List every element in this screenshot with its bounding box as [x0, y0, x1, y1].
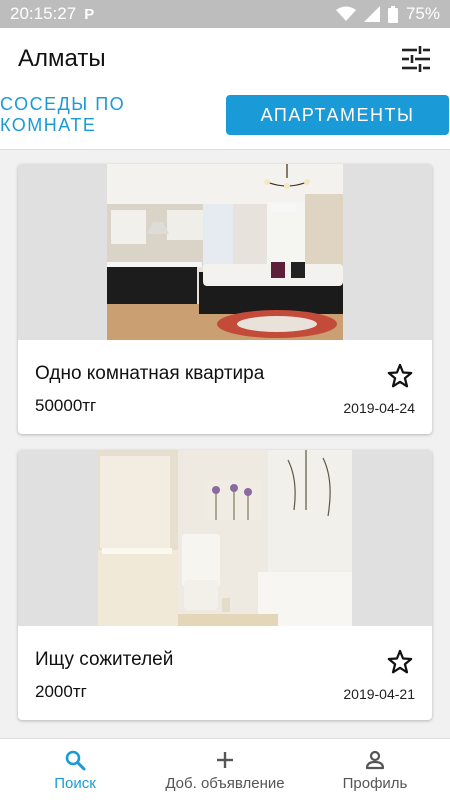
nav-add-label: Доб. объявление [165, 775, 285, 792]
app-bar: Алматы [0, 28, 450, 90]
favorite-star-icon[interactable] [386, 362, 414, 390]
listing-title: Одно комнатная квартира [35, 363, 265, 384]
listing-card[interactable]: Ищу сожителей 2000тг 2019-04-21 [18, 450, 432, 720]
signal-icon [363, 6, 380, 22]
battery-icon [387, 5, 398, 23]
city-title: Алматы [18, 45, 106, 72]
listing-photo-bathroom [98, 450, 352, 626]
listing-photo-area [18, 450, 432, 626]
wifi-icon [335, 6, 356, 21]
nav-profile[interactable]: Профиль [300, 739, 450, 800]
listing-title: Ищу сожителей [35, 649, 174, 670]
listing-date: 2019-04-24 [343, 400, 415, 416]
listings-list[interactable]: Одно комнатная квартира 50000тг 2019-04-… [0, 150, 450, 738]
bottom-navigation: Поиск Доб. объявление Профиль [0, 738, 450, 800]
listing-price: 50000тг [35, 396, 97, 415]
listing-photo-area [18, 164, 432, 340]
listing-card[interactable]: Одно комнатная квартира 50000тг 2019-04-… [18, 164, 432, 434]
nav-search[interactable]: Поиск [0, 739, 150, 800]
tab-roommates[interactable]: СОСЕДЫ ПО КОМНАТЕ [0, 94, 226, 135]
filter-button[interactable] [400, 43, 432, 75]
status-bar: 20:15:27 P 75% [0, 0, 450, 28]
listing-price: 2000тг [35, 682, 87, 701]
battery-percent: 75% [405, 4, 440, 23]
person-icon [365, 750, 385, 770]
tab-apartments[interactable]: АПАРТАМЕНТЫ [226, 95, 449, 135]
nav-profile-label: Профиль [342, 775, 408, 792]
nav-search-label: Поиск [54, 775, 96, 792]
app-notification-icon: P [84, 5, 95, 23]
nav-add-listing[interactable]: Доб. объявление [150, 739, 300, 800]
status-time: 20:15:27 [10, 4, 77, 23]
favorite-star-icon[interactable] [386, 648, 414, 676]
listing-photo-living-room [107, 164, 343, 340]
listing-date: 2019-04-21 [343, 686, 415, 702]
search-icon [65, 750, 86, 771]
tune-icon [402, 46, 430, 72]
plus-icon [217, 752, 233, 768]
listing-type-tabs: СОСЕДЫ ПО КОМНАТЕ АПАРТАМЕНТЫ [0, 90, 450, 150]
